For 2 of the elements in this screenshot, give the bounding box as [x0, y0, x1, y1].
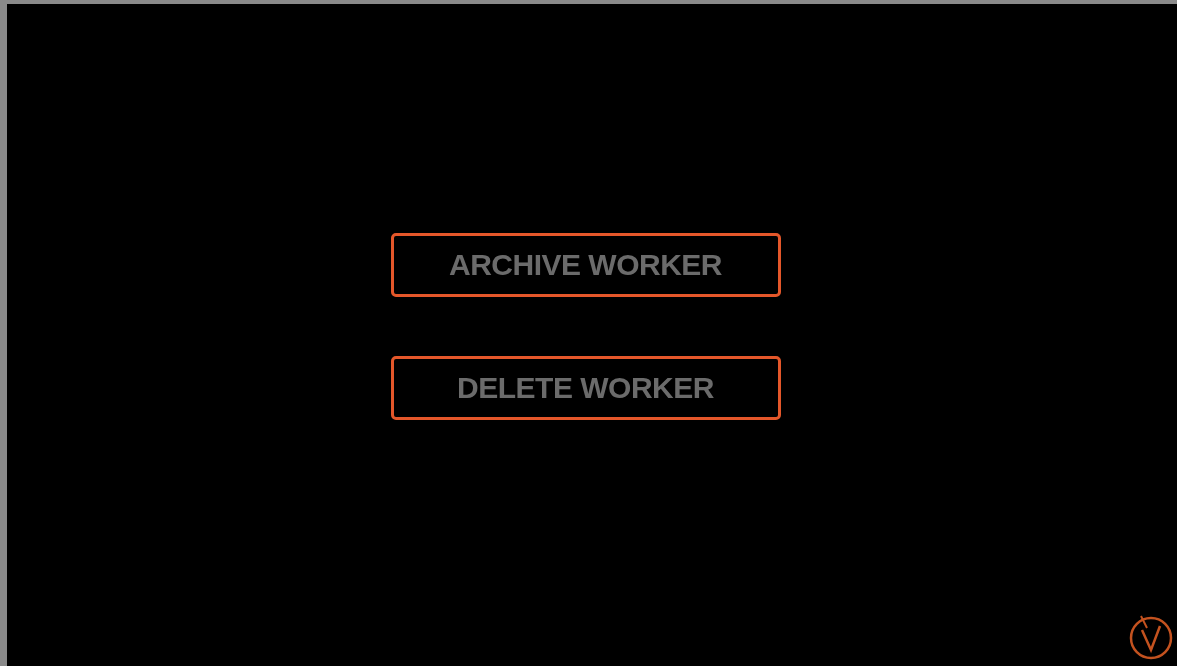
action-button[interactable]: ARCHIVE WORKER	[390, 233, 781, 297]
action-button[interactable]: DELETE WORKER	[390, 356, 781, 420]
